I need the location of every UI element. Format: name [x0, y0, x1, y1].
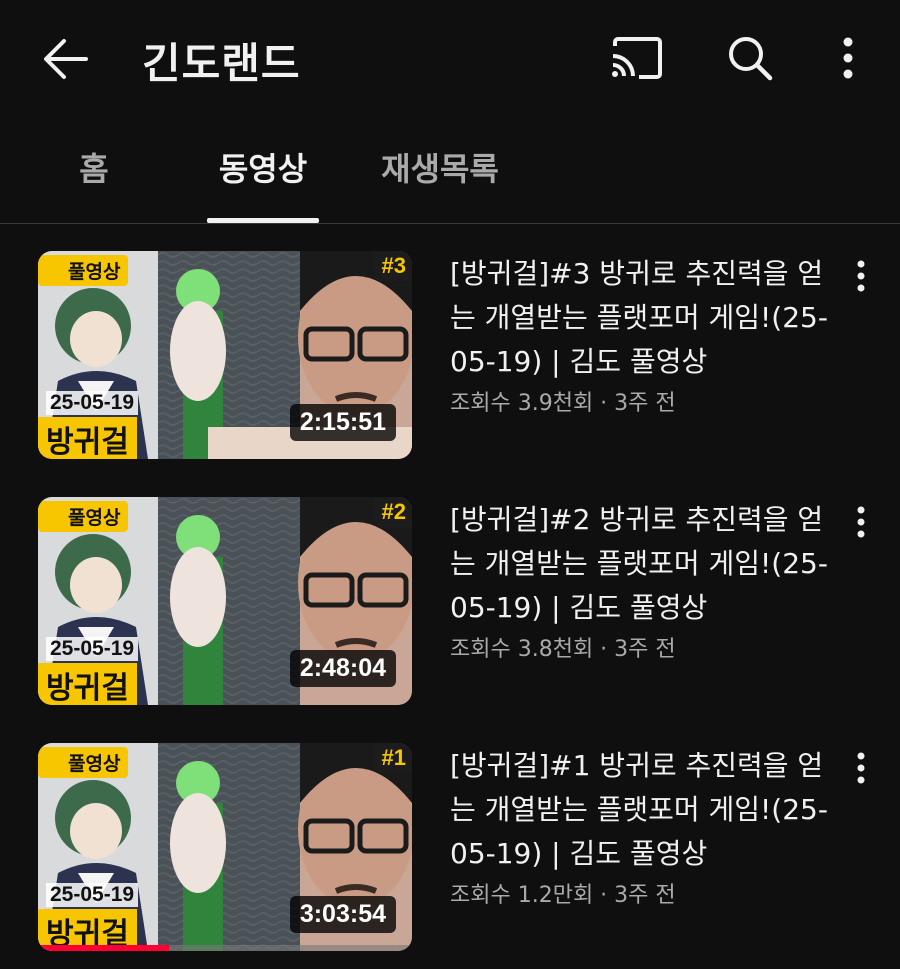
view-count: 조회수 3.8천회 — [450, 637, 594, 662]
watch-progress-bar — [38, 945, 169, 951]
cast-button[interactable] — [606, 32, 666, 84]
video-thumbnail[interactable]: 풀영상 #2 25-05-19 방귀걸 2:48:04 — [38, 497, 412, 705]
selected-tab-indicator — [207, 218, 319, 223]
more-vert-icon — [857, 506, 865, 538]
back-button[interactable] — [38, 34, 94, 84]
thumbnail-date: 25-05-19 — [46, 637, 139, 661]
video-more-button[interactable] — [846, 502, 876, 542]
thumbnail-game-title: 방귀걸 — [38, 663, 137, 705]
episode-badge: #3 — [373, 251, 412, 281]
video-title[interactable]: [방귀걸]#2 방귀로 추진력을 얻는 개열받는 플랫포머 게임!(25-05-… — [450, 498, 840, 630]
view-count: 조회수 1.2만회 — [450, 883, 594, 908]
video-thumbnail[interactable]: 풀영상 #3 25-05-19 방귀걸 2:15:51 — [38, 251, 412, 459]
episode-badge: #2 — [373, 497, 412, 527]
thumbnail-date: 25-05-19 — [46, 883, 139, 907]
channel-title: 긴도랜드 — [142, 39, 301, 88]
thumbnail-date: 25-05-19 — [46, 391, 139, 415]
video-stats: 조회수 1.2만회 · 3주 전 — [450, 883, 676, 908]
more-vert-icon — [857, 752, 865, 784]
video-title[interactable]: [방귀걸]#3 방귀로 추진력을 얻는 개열받는 플랫포머 게임!(25-05-… — [450, 252, 840, 384]
tab-playlists[interactable]: 재생목록 — [370, 144, 510, 190]
search-button[interactable] — [722, 30, 778, 86]
more-vert-icon — [857, 260, 865, 292]
more-vert-icon — [843, 37, 853, 79]
video-stats: 조회수 3.8천회 · 3주 전 — [450, 637, 676, 662]
upload-age: 3주 전 — [614, 883, 676, 908]
video-meta: [방귀걸]#1 방귀로 추진력을 얻는 개열받는 플랫포머 게임!(25-05-… — [450, 744, 840, 914]
upload-age: 3주 전 — [614, 391, 676, 416]
episode-badge: #1 — [373, 743, 412, 773]
view-count: 조회수 3.9천회 — [450, 391, 594, 416]
tab-videos[interactable]: 동영상 — [207, 144, 319, 190]
full-video-badge: 풀영상 — [38, 501, 129, 532]
video-thumbnail[interactable]: 풀영상 #1 25-05-19 방귀걸 3:03:54 — [38, 743, 412, 951]
upload-age: 3주 전 — [614, 637, 676, 662]
cast-icon — [612, 37, 662, 79]
video-duration: 2:15:51 — [289, 404, 396, 441]
video-meta: [방귀걸]#2 방귀로 추진력을 얻는 개열받는 플랫포머 게임!(25-05-… — [450, 498, 840, 668]
thumbnail-game-title: 방귀걸 — [38, 417, 137, 459]
video-meta: [방귀걸]#3 방귀로 추진력을 얻는 개열받는 플랫포머 게임!(25-05-… — [450, 252, 840, 422]
top-app-bar: 긴도랜드 — [0, 0, 900, 118]
video-stats: 조회수 3.9천회 · 3주 전 — [450, 391, 676, 416]
full-video-badge: 풀영상 — [38, 255, 129, 286]
channel-tabs: 홈 동영상 재생목록 — [0, 118, 900, 224]
video-duration: 2:48:04 — [289, 650, 396, 687]
video-duration: 3:03:54 — [289, 896, 396, 933]
back-arrow-icon — [44, 39, 88, 79]
full-video-badge: 풀영상 — [38, 747, 129, 778]
search-icon — [729, 37, 773, 81]
video-title[interactable]: [방귀걸]#1 방귀로 추진력을 얻는 개열받는 플랫포머 게임!(25-05-… — [450, 744, 840, 876]
video-more-button[interactable] — [846, 748, 876, 788]
video-item[interactable]: 풀영상 #3 25-05-19 방귀걸 2:15:51 [방귀걸]#3 방귀로 … — [0, 224, 900, 459]
more-options-button[interactable] — [826, 30, 870, 86]
tab-home[interactable]: 홈 — [62, 144, 126, 190]
video-item[interactable]: 풀영상 #1 25-05-19 방귀걸 3:03:54 [방귀걸]#1 방귀로 … — [0, 716, 900, 951]
video-item[interactable]: 풀영상 #2 25-05-19 방귀걸 2:48:04 [방귀걸]#2 방귀로 … — [0, 470, 900, 705]
video-more-button[interactable] — [846, 256, 876, 296]
